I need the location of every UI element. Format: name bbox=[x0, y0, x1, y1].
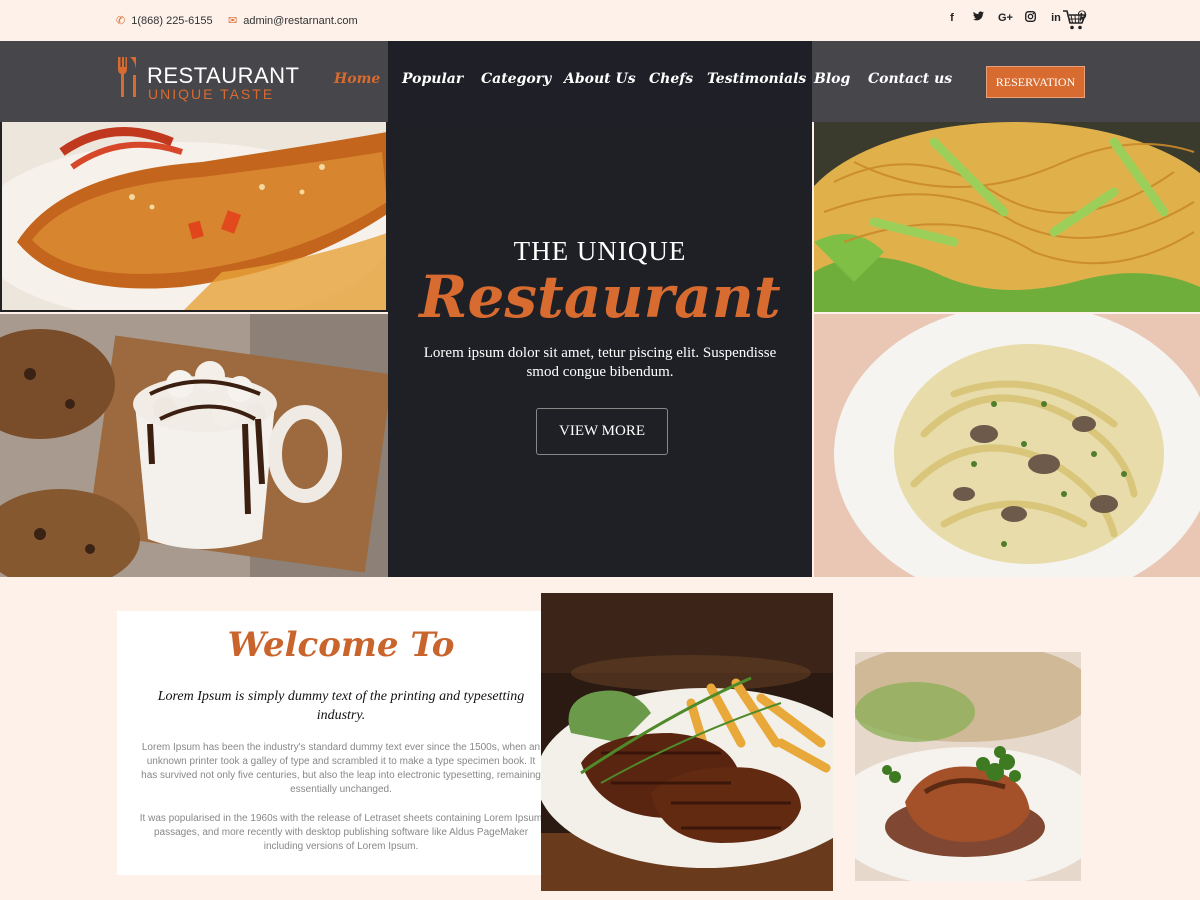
facebook-icon[interactable]: f bbox=[946, 12, 958, 24]
logo-subtitle: UNIQUE TASTE bbox=[148, 86, 275, 102]
phone-number: 1(868) 225-6155 bbox=[131, 14, 213, 27]
nav-contact-us[interactable]: Contact us bbox=[868, 71, 952, 87]
hero-title: Restaurant bbox=[419, 263, 781, 331]
instagram-icon[interactable] bbox=[1024, 10, 1036, 25]
main-navbar: RESTAURANT UNIQUE TASTE Home Popular Cat… bbox=[0, 41, 1200, 122]
cart-icon[interactable] bbox=[1062, 9, 1086, 31]
fish-dish-photo bbox=[0, 122, 388, 312]
hero-description: Lorem ipsum dolor sit amet, tetur piscin… bbox=[423, 345, 777, 380]
nav-about-us[interactable]: About Us bbox=[564, 71, 636, 87]
twitter-icon[interactable] bbox=[972, 11, 984, 24]
nav-chefs[interactable]: Chefs bbox=[649, 71, 693, 87]
reservation-button[interactable]: RESERVATION bbox=[986, 66, 1085, 98]
view-more-button[interactable]: VIEW MORE bbox=[536, 408, 668, 455]
noodles-photo bbox=[814, 122, 1200, 312]
welcome-title: Welcome To bbox=[227, 625, 455, 665]
hero-section: RESTAURANT UNIQUE TASTE Home Popular Cat… bbox=[0, 41, 1200, 577]
nav-home[interactable]: Home bbox=[334, 71, 380, 87]
phone-contact[interactable]: ✆ 1(868) 225-6155 bbox=[116, 14, 213, 28]
nav-category[interactable]: Category bbox=[481, 71, 551, 87]
welcome-paragraph-1: Lorem Ipsum has been the industry's stan… bbox=[141, 742, 541, 795]
hot-chocolate-photo bbox=[0, 314, 388, 577]
steak-photo bbox=[541, 593, 833, 891]
nav-blog[interactable]: Blog bbox=[814, 71, 850, 87]
welcome-paragraph-2: It was popularised in the 1960s with the… bbox=[139, 813, 543, 852]
email-address: admin@restarnant.com bbox=[243, 14, 358, 27]
phone-icon: ✆ bbox=[116, 15, 126, 27]
nav-popular[interactable]: Popular bbox=[402, 71, 463, 87]
welcome-lead: Lorem Ipsum is simply dummy text of the … bbox=[157, 689, 525, 723]
welcome-card: Welcome To Lorem Ipsum is simply dummy t… bbox=[117, 611, 565, 875]
nav-testimonials[interactable]: Testimonials bbox=[707, 71, 806, 87]
linkedin-icon[interactable]: in bbox=[1050, 12, 1062, 24]
pasta-photo bbox=[814, 314, 1200, 577]
appetizer-photo bbox=[855, 652, 1081, 881]
google-plus-icon[interactable]: G+ bbox=[998, 12, 1013, 24]
top-bar: ✆ 1(868) 225-6155 ✉ admin@restarnant.com… bbox=[0, 0, 1200, 41]
fork-knife-icon[interactable] bbox=[116, 55, 138, 99]
email-icon: ✉ bbox=[228, 15, 238, 27]
email-contact[interactable]: ✉ admin@restarnant.com bbox=[228, 14, 358, 28]
